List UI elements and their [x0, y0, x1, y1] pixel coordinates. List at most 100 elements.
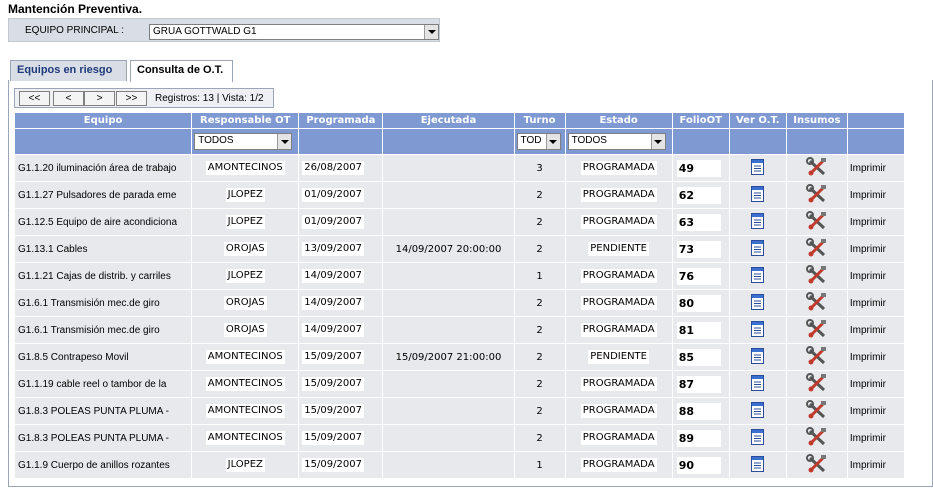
print-link[interactable]: Imprimir — [847, 344, 904, 370]
pager-prev-button[interactable]: < — [53, 91, 84, 106]
header-ejecutada[interactable]: Ejecutada — [383, 113, 514, 128]
cell-estado: PROGRAMADA — [565, 155, 672, 181]
document-icon[interactable] — [750, 320, 765, 340]
tools-icon[interactable] — [805, 399, 828, 423]
cell-turno: 2 — [514, 290, 565, 316]
tools-icon[interactable] — [805, 264, 828, 288]
tools-icon[interactable] — [805, 291, 828, 315]
tools-icon[interactable] — [805, 237, 828, 261]
print-link[interactable]: Imprimir — [847, 290, 904, 316]
dropdown-arrow-icon[interactable] — [650, 134, 665, 149]
folio-input[interactable] — [676, 186, 721, 204]
print-link[interactable]: Imprimir — [847, 371, 904, 397]
table-header-row: Equipo Responsable OT Programada Ejecuta… — [15, 113, 904, 128]
cell-equipo: G1.8.5 Contrapeso Movil — [15, 344, 192, 370]
folio-input[interactable] — [676, 159, 721, 177]
cell-estado: PROGRAMADA — [565, 182, 672, 208]
filter-estado-value: TODOS — [571, 135, 607, 146]
filter-cell-empty — [786, 129, 847, 154]
folio-input[interactable] — [676, 213, 721, 231]
document-icon[interactable] — [750, 455, 765, 475]
pager-next-button[interactable]: > — [84, 91, 115, 106]
print-link[interactable]: Imprimir — [847, 209, 904, 235]
print-link[interactable]: Imprimir — [847, 236, 904, 262]
cell-ver-ot — [729, 317, 786, 343]
header-folio[interactable]: FolioOT — [672, 113, 729, 128]
folio-input[interactable] — [676, 456, 721, 474]
dropdown-arrow-icon[interactable] — [424, 25, 438, 39]
print-link[interactable]: Imprimir — [847, 155, 904, 181]
folio-input[interactable] — [676, 321, 721, 339]
table-row[interactable]: G1.6.1 Transmisión mec.de giro OROJAS 14/0… — [15, 290, 904, 316]
tools-icon[interactable] — [805, 372, 828, 396]
filter-estado-select[interactable]: TODOS — [567, 133, 666, 150]
print-link[interactable]: Imprimir — [847, 452, 904, 478]
table-row[interactable]: G1.8.5 Contrapeso Movil AMONTECINOS 15/09/… — [15, 344, 904, 370]
folio-input[interactable] — [676, 240, 721, 258]
tools-icon[interactable] — [805, 318, 828, 342]
print-link[interactable]: Imprimir — [847, 263, 904, 289]
cell-equipo: G1.12.5 Equipo de aire acondiciona — [15, 209, 192, 235]
table-row[interactable]: G1.13.1 Cables OROJAS 13/09/2007 14/09/2007… — [15, 236, 904, 262]
tab-consulta-ot[interactable]: Consulta de O.T. — [130, 60, 233, 82]
folio-input[interactable] — [676, 348, 721, 366]
table-row[interactable]: G1.1.20 iluminación área de trabajo AMONT… — [15, 155, 904, 181]
pager-last-button[interactable]: >> — [116, 91, 147, 106]
tab-equipos-en-riesgo[interactable]: Equipos en riesgo — [10, 60, 127, 81]
table-row[interactable]: G1.1.21 Cajas de distrib. y carriles JLOP… — [15, 263, 904, 289]
tools-icon[interactable] — [805, 426, 828, 450]
print-link[interactable]: Imprimir — [847, 317, 904, 343]
filter-cell-turno: TOD — [514, 129, 565, 154]
document-icon[interactable] — [750, 428, 765, 448]
dropdown-arrow-icon[interactable] — [277, 134, 292, 149]
table-row[interactable]: G1.8.3 POLEAS PUNTA PLUMA - AMONTECINOS 15… — [15, 398, 904, 424]
programada-value: 01/09/2007 — [302, 188, 364, 202]
folio-input[interactable] — [676, 429, 721, 447]
tools-icon[interactable] — [805, 210, 828, 234]
tools-icon[interactable] — [805, 183, 828, 207]
document-icon[interactable] — [750, 185, 765, 205]
document-icon[interactable] — [750, 266, 765, 286]
table-row[interactable]: G1.1.27 Pulsadores de parada eme JLOPEZ 01… — [15, 182, 904, 208]
cell-ver-ot — [729, 452, 786, 478]
document-icon[interactable] — [750, 401, 765, 421]
cell-folio — [672, 182, 729, 208]
document-icon[interactable] — [750, 158, 765, 178]
print-link[interactable]: Imprimir — [847, 182, 904, 208]
programada-value: 13/09/2007 — [302, 242, 364, 256]
folio-input[interactable] — [676, 402, 721, 420]
header-estado[interactable]: Estado — [565, 113, 672, 128]
filter-turno-select[interactable]: TOD — [516, 133, 561, 150]
header-equipo[interactable]: Equipo — [15, 113, 192, 128]
dropdown-arrow-icon[interactable] — [545, 134, 560, 149]
table-row[interactable]: G1.12.5 Equipo de aire acondiciona JLOPEZ… — [15, 209, 904, 235]
document-icon[interactable] — [750, 212, 765, 232]
header-responsable[interactable]: Responsable OT — [192, 113, 299, 128]
programada-value: 14/09/2007 — [302, 269, 364, 283]
document-icon[interactable] — [750, 239, 765, 259]
folio-input[interactable] — [676, 375, 721, 393]
document-icon[interactable] — [750, 293, 765, 313]
table-row[interactable]: G1.8.3 POLEAS PUNTA PLUMA - AMONTECINOS 15… — [15, 425, 904, 451]
folio-input[interactable] — [676, 294, 721, 312]
print-link[interactable]: Imprimir — [847, 398, 904, 424]
pager-first-button[interactable]: << — [19, 91, 50, 106]
tools-icon[interactable] — [805, 453, 828, 477]
document-icon[interactable] — [750, 347, 765, 367]
equipo-select[interactable]: GRUA GOTTWALD G1 — [149, 24, 439, 40]
folio-input[interactable] — [676, 267, 721, 285]
header-programada[interactable]: Programada — [299, 113, 383, 128]
table-row[interactable]: G1.1.19 cable reel o tambor de la AMONTEC… — [15, 371, 904, 397]
filter-responsable-select[interactable]: TODOS — [194, 133, 293, 150]
table-row[interactable]: G1.6.1 Transmisión mec.de giro OROJAS 14/0… — [15, 317, 904, 343]
table-row[interactable]: G1.1.9 Cuerpo de anillos rozantes JLOPEZ 1… — [15, 452, 904, 478]
tools-icon[interactable] — [805, 345, 828, 369]
cell-responsable: AMONTECINOS — [192, 398, 299, 424]
equipo-label: EQUIPO PRINCIPAL : — [25, 25, 124, 36]
tools-icon[interactable] — [805, 156, 828, 180]
document-icon[interactable] — [750, 374, 765, 394]
cell-insumos — [786, 290, 847, 316]
print-link[interactable]: Imprimir — [847, 425, 904, 451]
header-turno[interactable]: Turno — [514, 113, 565, 128]
filter-cell-empty — [15, 129, 192, 154]
